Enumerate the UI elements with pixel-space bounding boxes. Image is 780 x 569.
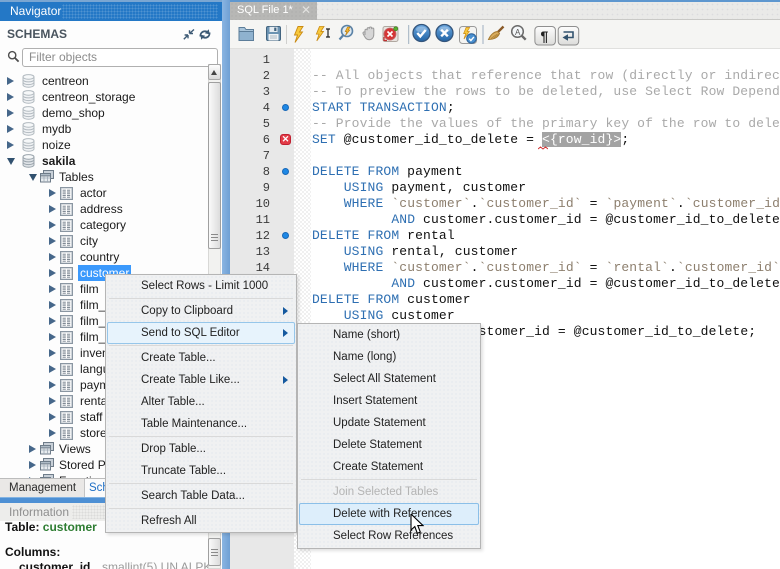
svg-text:A: A (515, 28, 521, 37)
svg-text:¶: ¶ (541, 28, 549, 44)
